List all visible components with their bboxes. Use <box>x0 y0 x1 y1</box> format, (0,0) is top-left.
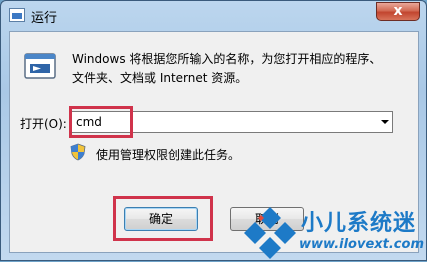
window-title: 运行 <box>31 11 58 26</box>
ok-button[interactable]: 确定 <box>124 207 198 231</box>
close-icon: x <box>393 3 403 19</box>
description-line-1: Windows 将根据您所输入的名称，为您打开相应的程序、 <box>72 52 382 66</box>
open-combobox[interactable]: cmd <box>70 111 393 133</box>
watermark-url: www.ilovext.com <box>299 237 424 252</box>
close-button[interactable]: x <box>376 2 420 21</box>
open-field-label: 打开(O): <box>20 117 67 131</box>
watermark-text: 小儿系统迷 <box>301 211 417 236</box>
watermark: 小儿系统迷 www.ilovext.com <box>241 201 427 262</box>
run-dialog: 运行 x Windows 将根据您所输入的名称，为您打开相应的程序、 文件夹、文… <box>0 0 427 261</box>
description: Windows 将根据您所输入的名称，为您打开相应的程序、 文件夹、文档或 In… <box>72 50 412 88</box>
description-line-2: 文件夹、文档或 Internet 资源。 <box>72 71 248 85</box>
open-input-value[interactable]: cmd <box>76 115 102 129</box>
uac-shield-icon <box>70 143 86 161</box>
admin-note: 使用管理权限创建此任务。 <box>96 148 241 162</box>
dropdown-arrow-icon[interactable] <box>381 120 389 124</box>
run-program-icon <box>24 53 56 79</box>
run-app-icon <box>9 8 25 22</box>
watermark-logo-icon <box>244 207 296 259</box>
title-bar[interactable]: 运行 x <box>1 1 426 31</box>
